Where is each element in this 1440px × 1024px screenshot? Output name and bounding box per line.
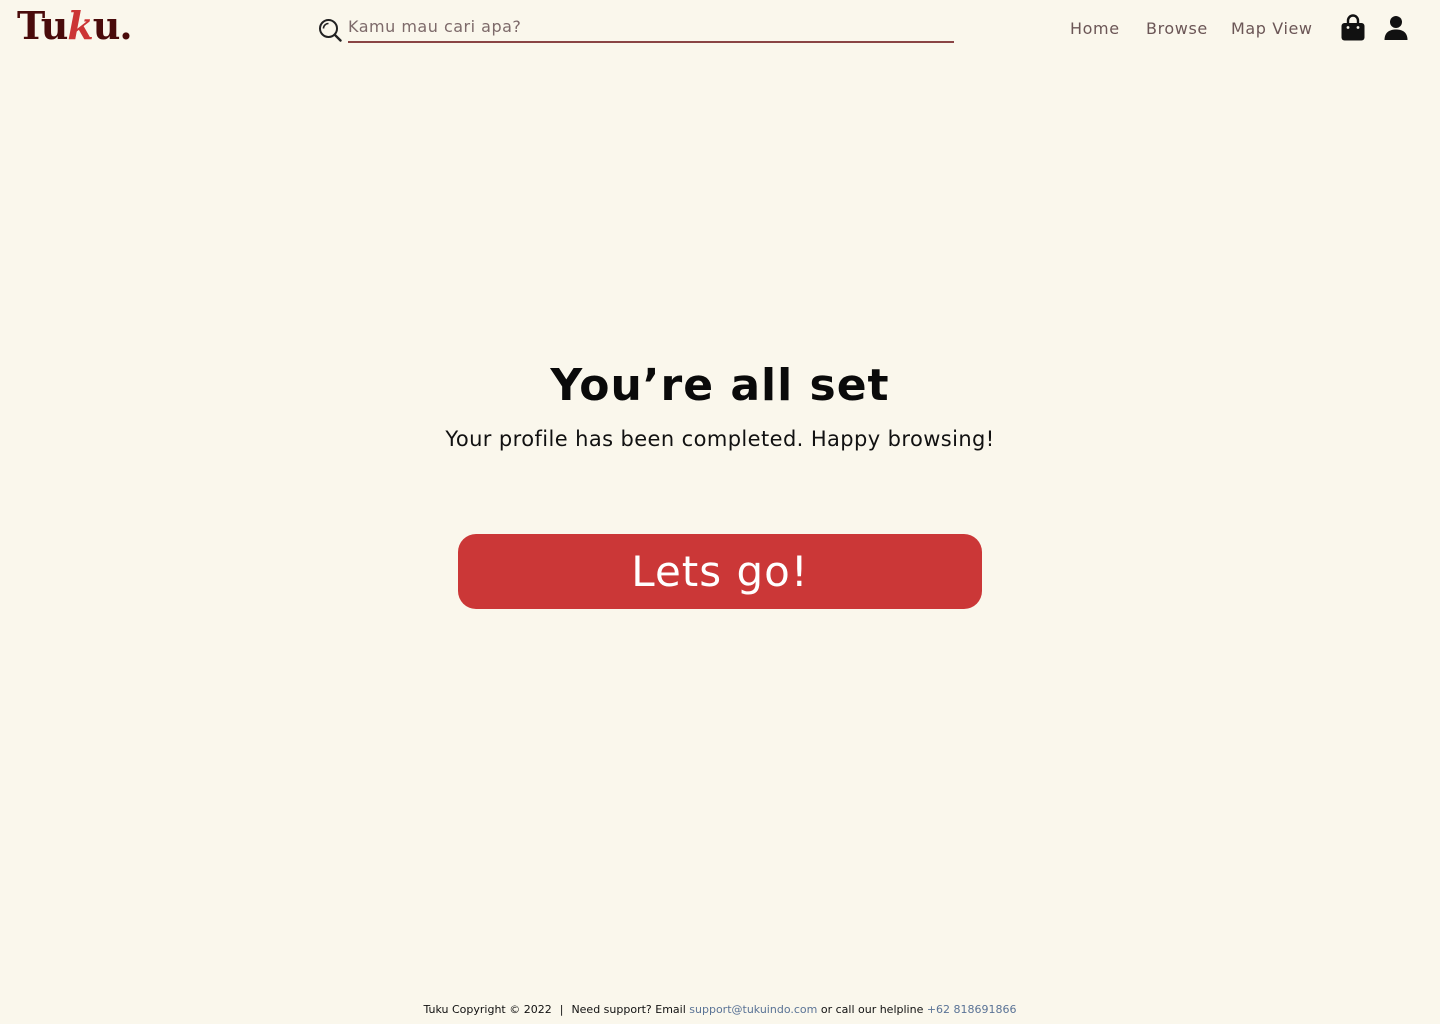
- user-icon: [1384, 16, 1408, 40]
- lets-go-button[interactable]: Lets go!: [458, 534, 982, 609]
- support-text: Need support? Email: [571, 1003, 686, 1016]
- nav-browse-link[interactable]: Browse: [1146, 17, 1208, 41]
- page-footer: Tuku Copyright © 2022 | Need support? Emai…: [0, 1002, 1440, 1018]
- helpline-text: or call our helpline: [820, 1003, 924, 1016]
- logo-text-end: u.: [92, 3, 133, 48]
- helpline-phone-link[interactable]: +62 818691866: [927, 1003, 1017, 1016]
- search-input[interactable]: [348, 12, 954, 43]
- shopping-bag-icon: [1341, 14, 1365, 41]
- page-subtitle: Your profile has been completed. Happy b…: [445, 427, 995, 451]
- nav-home-link[interactable]: Home: [1070, 17, 1120, 41]
- search-bar: [318, 12, 954, 44]
- tuku-logo[interactable]: Tuku.: [17, 2, 133, 50]
- profile-button[interactable]: [1383, 14, 1409, 42]
- top-header: Tuku. Home Browse Map View: [0, 0, 1440, 60]
- cart-button[interactable]: [1340, 14, 1366, 42]
- footer-separator: |: [559, 1003, 564, 1016]
- logo-text-start: Tu: [17, 3, 68, 48]
- nav-map-view-link[interactable]: Map View: [1231, 17, 1313, 41]
- search-icon[interactable]: [318, 18, 342, 42]
- support-email-link[interactable]: support@tukuindo.com: [689, 1003, 817, 1016]
- logo-text-accent: k: [67, 3, 93, 48]
- copyright-text: Tuku Copyright © 2022: [423, 1003, 552, 1016]
- page-title: You’re all set: [550, 360, 890, 411]
